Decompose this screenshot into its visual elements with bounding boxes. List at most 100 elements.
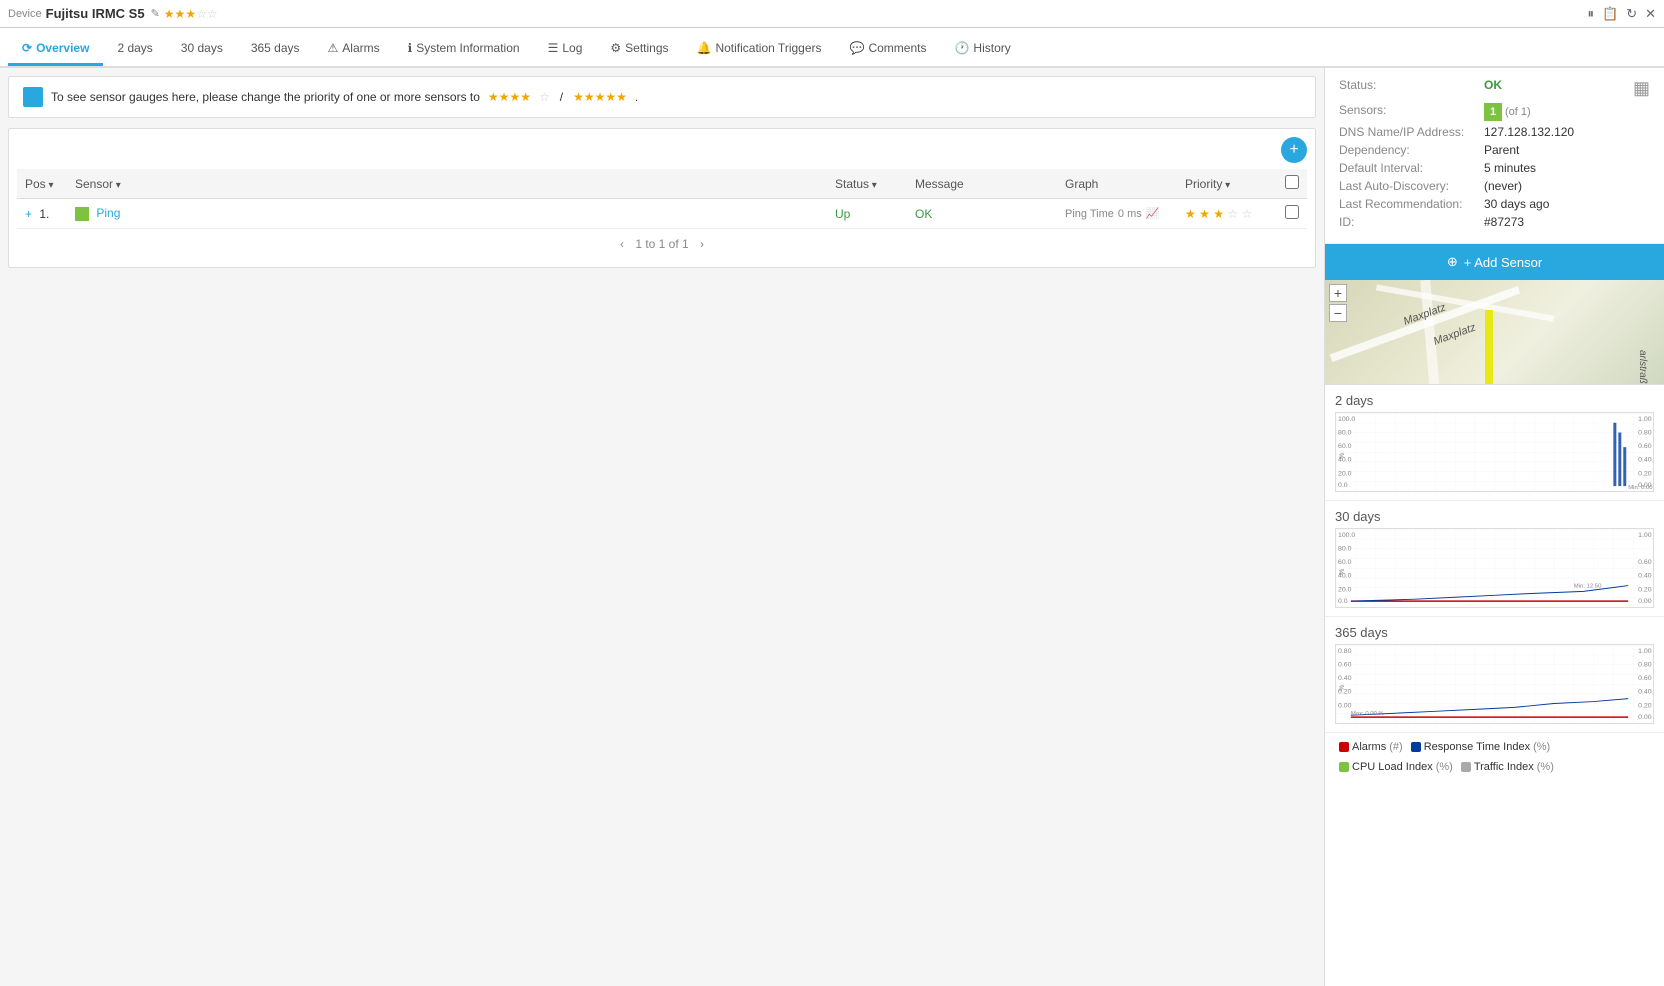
info-bar: To see sensor gauges here, please change… xyxy=(8,76,1316,118)
chart-30days-container[interactable]: 100.0 80.0 60.0 40.0 20.0 0.0 % 1.00 0.6… xyxy=(1335,528,1654,608)
tab-30days[interactable]: 30 days xyxy=(167,33,237,66)
tab-overview[interactable]: ⟳ Overview xyxy=(8,33,103,66)
id-value: #87273 xyxy=(1484,215,1524,229)
table-row: + 1. Ping Up OK xyxy=(17,199,1307,229)
add-sensor-button[interactable]: ⊕ + Add Sensor xyxy=(1325,244,1664,280)
info-stars2: ★★★★★ xyxy=(573,90,627,104)
row-select-checkbox[interactable] xyxy=(1285,205,1299,219)
tab-2days[interactable]: 2 days xyxy=(103,33,166,66)
dns-value: 127.128.132.120 xyxy=(1484,125,1574,139)
id-row: ID: #87273 xyxy=(1339,215,1650,229)
sensors-of: (of 1) xyxy=(1505,106,1531,118)
row-sensor: Ping xyxy=(67,199,827,229)
map-section: Maxplatz Maxplatz arlstraße + − xyxy=(1325,280,1664,385)
legend-cpu-label: CPU Load Index xyxy=(1352,761,1433,773)
recommendation-value: 30 days ago xyxy=(1484,197,1549,211)
pause-icon[interactable]: ⏸ xyxy=(1588,6,1595,22)
tab-sysinfo[interactable]: ℹ System Information xyxy=(394,33,534,66)
col-pos[interactable]: Pos xyxy=(17,169,67,199)
comment-icon: 💬 xyxy=(850,41,865,55)
col-status[interactable]: Status xyxy=(827,169,907,199)
bell-icon: 🔔 xyxy=(697,41,712,55)
add-row-icon[interactable]: + xyxy=(25,207,32,221)
col-priority[interactable]: Priority xyxy=(1177,169,1277,199)
legend-traffic-label: Traffic Index xyxy=(1474,761,1534,773)
close-icon[interactable]: ✕ xyxy=(1645,6,1656,22)
log-icon: ☰ xyxy=(548,41,559,55)
sensor-link[interactable]: Ping xyxy=(96,206,120,220)
svg-text:100.0: 100.0 xyxy=(1338,532,1355,539)
col-sensor[interactable]: Sensor xyxy=(67,169,827,199)
graph-icon[interactable]: 📈 xyxy=(1146,207,1160,220)
svg-text:0.80: 0.80 xyxy=(1338,648,1352,655)
star3[interactable]: ★ xyxy=(1213,207,1224,221)
tab-settings[interactable]: ⚙ Settings xyxy=(596,33,682,66)
chart-365days-container[interactable]: 0.80 0.60 0.40 0.20 0.00 % 1.00 0.80 0.6… xyxy=(1335,644,1654,724)
left-content: To see sensor gauges here, please change… xyxy=(0,68,1324,986)
qr-icon[interactable]: ▦ xyxy=(1633,78,1650,99)
tab-alarms[interactable]: ⚠ Alarms xyxy=(314,33,394,66)
col-checkbox-header[interactable] xyxy=(1277,169,1307,199)
svg-text:0.00: 0.00 xyxy=(1638,598,1652,605)
dns-row: DNS Name/IP Address: 127.128.132.120 xyxy=(1339,125,1650,139)
select-all-checkbox[interactable] xyxy=(1285,175,1299,189)
svg-text:0.80: 0.80 xyxy=(1638,429,1652,436)
legend-traffic: Traffic Index (%) xyxy=(1461,761,1554,773)
tab-history[interactable]: 🕐 History xyxy=(940,33,1024,66)
chart-2days-container[interactable]: 100.0 80.0 60.0 40.0 20.0 0.0 % 1.00 0.8… xyxy=(1335,412,1654,492)
refresh-icon[interactable]: ↻ xyxy=(1626,6,1637,22)
svg-text:%: % xyxy=(1339,569,1346,575)
svg-text:Maxplatz: Maxplatz xyxy=(1432,321,1478,348)
interval-value: 5 minutes xyxy=(1484,161,1536,175)
legend-cpu-dot xyxy=(1339,762,1349,772)
interval-row: Default Interval: 5 minutes xyxy=(1339,161,1650,175)
svg-text:0.40: 0.40 xyxy=(1638,457,1652,464)
add-row-button[interactable]: + xyxy=(1281,137,1307,163)
legend-response-dot xyxy=(1411,742,1421,752)
svg-text:0.60: 0.60 xyxy=(1638,559,1652,566)
svg-text:80.0: 80.0 xyxy=(1338,429,1352,436)
dependency-row: Dependency: Parent xyxy=(1339,143,1650,157)
status-text: Up xyxy=(835,207,850,221)
graph-cell: Ping Time 0 ms 📈 xyxy=(1065,207,1169,220)
svg-text:80.0: 80.0 xyxy=(1338,545,1352,552)
map-zoom-out[interactable]: − xyxy=(1329,304,1347,322)
navtabs: ⟳ Overview 2 days 30 days 365 days ⚠ Ala… xyxy=(0,28,1664,68)
edit-icon[interactable]: ✎ xyxy=(151,7,160,20)
star4[interactable]: ☆ xyxy=(1227,207,1238,221)
row-checkbox[interactable] xyxy=(1277,199,1307,229)
sensor-count: 1 xyxy=(1484,103,1502,121)
svg-text:0.40: 0.40 xyxy=(1638,689,1652,696)
legend-response: Response Time Index (%) xyxy=(1411,741,1551,753)
svg-text:60.0: 60.0 xyxy=(1338,443,1352,450)
status-label: Status: xyxy=(1339,78,1484,99)
stars-full: ★★★ xyxy=(164,7,196,21)
svg-text:0.00: 0.00 xyxy=(1638,714,1652,721)
star2[interactable]: ★ xyxy=(1199,207,1210,221)
star5[interactable]: ☆ xyxy=(1241,207,1252,221)
tab-log[interactable]: ☰ Log xyxy=(534,33,597,66)
table-toolbar: + xyxy=(17,137,1307,163)
chart-365days-title: 365 days xyxy=(1335,625,1654,640)
legend-traffic-unit: (%) xyxy=(1537,761,1554,773)
map-controls: + − xyxy=(1329,284,1347,322)
copy-icon[interactable]: 📋 xyxy=(1602,6,1618,22)
chart-30days-svg: 100.0 80.0 60.0 40.0 20.0 0.0 % 1.00 0.6… xyxy=(1336,529,1653,607)
tab-365days[interactable]: 365 days xyxy=(237,33,314,66)
svg-text:0.20: 0.20 xyxy=(1638,586,1652,593)
next-page[interactable]: › xyxy=(700,237,704,251)
dns-label: DNS Name/IP Address: xyxy=(1339,125,1484,139)
col-message: Message xyxy=(907,169,1057,199)
map-zoom-in[interactable]: + xyxy=(1329,284,1347,302)
star1[interactable]: ★ xyxy=(1185,207,1196,221)
recommendation-label: Last Recommendation: xyxy=(1339,197,1484,211)
tab-comments[interactable]: 💬 Comments xyxy=(836,33,941,66)
tab-notifications[interactable]: 🔔 Notification Triggers xyxy=(683,33,836,66)
row-priority: ★ ★ ★ ☆ ☆ xyxy=(1177,199,1277,229)
map-svg: Maxplatz Maxplatz arlstraße xyxy=(1325,280,1664,384)
svg-text:0.00: 0.00 xyxy=(1338,702,1352,709)
info-message: To see sensor gauges here, please change… xyxy=(51,90,480,104)
prev-page[interactable]: ‹ xyxy=(620,237,624,251)
svg-text:Min: 12.50: Min: 12.50 xyxy=(1574,584,1602,590)
pagination: ‹ 1 to 1 of 1 › xyxy=(17,229,1307,259)
